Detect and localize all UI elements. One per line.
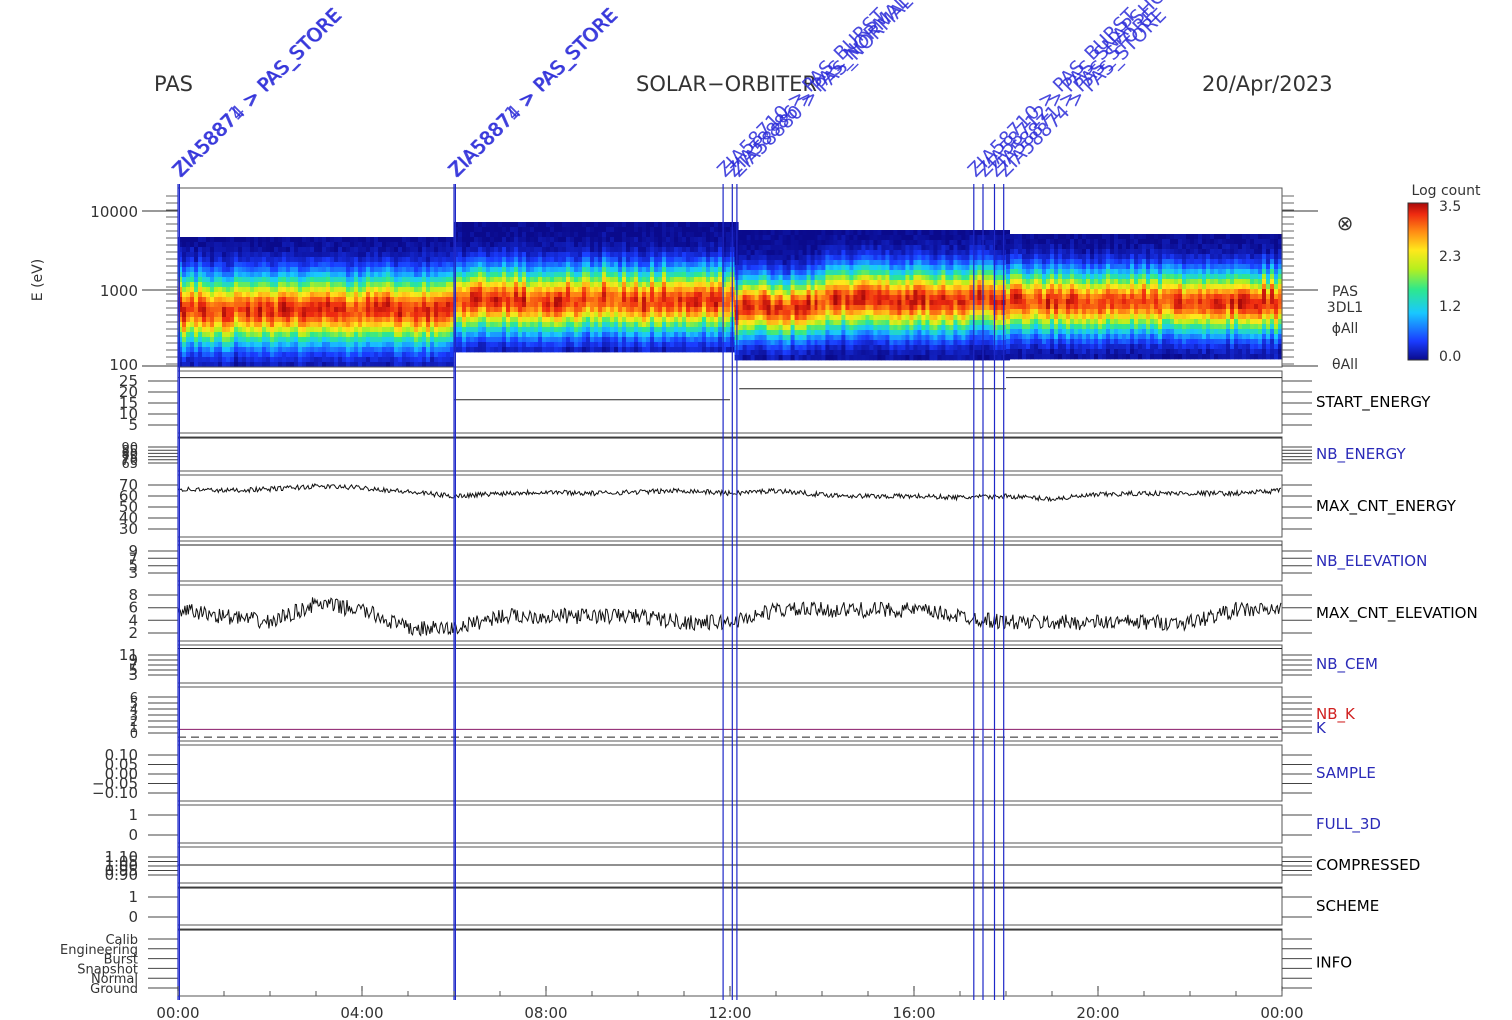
spectro-ytick-100: 100 xyxy=(109,356,138,374)
panel-ytick-label: 65 xyxy=(121,457,138,472)
panel-ytick-label: Ground xyxy=(90,982,138,997)
panel-series-max-cnt-energy xyxy=(177,482,1282,502)
event-line: ZIA58874 > PAS_STORE xyxy=(445,4,623,1000)
spectro-ytick-1000: 1000 xyxy=(100,282,138,300)
panel-label-full-3d: FULL_3D xyxy=(1316,815,1381,834)
panel-frame xyxy=(177,886,1283,926)
panel-start-energy: 252015105START_ENERGY xyxy=(119,370,1431,434)
time-axis-tick-label: 08:00 xyxy=(524,1004,567,1020)
energy-spectrogram xyxy=(142,187,1318,368)
panel-label-nb-elevation: NB_ELEVATION xyxy=(1316,552,1427,571)
panel-label-nb-cem: NB_CEM xyxy=(1316,655,1378,674)
panel-scheme: 1 0 SCHEME xyxy=(128,886,1379,926)
panel-ytick-label: 3 xyxy=(128,564,138,582)
event-line: ZIA58874 > PAS_STORE xyxy=(994,4,1171,1000)
colorbar xyxy=(1407,202,1429,361)
panel-frame xyxy=(177,474,1283,538)
event-line: ZIA58874 > PAS_STORE xyxy=(169,4,347,1000)
event-markers: ZIA58871 > PAS_STOREZIA58874 > PAS_STORE… xyxy=(168,0,1179,1000)
colorbar-title: Log count xyxy=(1412,183,1481,199)
spectro-ytick-10000: 10000 xyxy=(90,203,138,221)
spectro-side-label-theta: θAll xyxy=(1332,357,1358,373)
panel-frame xyxy=(177,584,1283,642)
panel-label-start-energy: START_ENERGY xyxy=(1316,393,1431,412)
panel-frames: 252015105START_ENERGY908580757065NB_ENER… xyxy=(60,370,1478,997)
spectro-side-label-instrument: PAS xyxy=(1332,284,1358,300)
event-line: ZIA58880 > PAS_NORMAL xyxy=(727,0,918,1000)
panel-full-3d: 1 0 FULL_3D xyxy=(128,804,1381,844)
panel-max-cnt-energy: 7060504030MAX_CNT_ENERGY xyxy=(119,474,1457,538)
colorbar-tick-high: 2.3 xyxy=(1439,249,1461,265)
panel-ytick-label: 0 xyxy=(130,727,138,742)
panel-label-max-cnt-elevation: MAX_CNT_ELEVATION xyxy=(1316,604,1478,623)
colorbar-tick-min: 0.0 xyxy=(1439,349,1461,365)
colorbar-tick-max: 3.5 xyxy=(1439,199,1461,215)
panel-frame xyxy=(177,686,1283,742)
panel-info: CalibEngineeringBurstSnapshotNormalGroun… xyxy=(60,928,1352,997)
panel-label-info: INFO xyxy=(1316,954,1352,972)
panel-extra-label: K xyxy=(1316,719,1327,737)
panel-ytick-label: 1 xyxy=(128,888,138,906)
panel-frame xyxy=(177,804,1283,844)
spectrogram-ylabel: E (eV) xyxy=(30,259,46,301)
panel-nb-cem: 119753NB_CEM xyxy=(119,644,1378,684)
panel-ytick-label: 2 xyxy=(128,624,138,642)
time-axis-tick-label: 16:00 xyxy=(892,1004,935,1020)
panel-ytick-label: 3 xyxy=(128,666,138,684)
panel-compressed: 1.101.051.000.950.90COMPRESSED xyxy=(105,846,1420,884)
pas-timeseries-figure: 252015105START_ENERGY908580757065NB_ENER… xyxy=(30,0,1481,1020)
panel-ytick-label: −0.10 xyxy=(92,784,138,802)
panel-ytick-label: 30 xyxy=(119,520,138,538)
panel-ytick-label: 0 xyxy=(128,826,138,844)
panel-frame xyxy=(177,540,1283,582)
panel-label-scheme: SCHEME xyxy=(1316,897,1379,915)
event-line-label: ZIA58874 > PAS_STORE xyxy=(994,4,1171,181)
panel-max-cnt-elevation: 8642MAX_CNT_ELEVATION xyxy=(128,584,1478,642)
panel-label-compressed: COMPRESSED xyxy=(1316,856,1420,874)
panel-frame xyxy=(177,744,1283,802)
panel-frame xyxy=(177,644,1283,684)
panel-ytick-label: 1 xyxy=(128,806,138,824)
spectro-side-label-product: 3DL1 xyxy=(1327,300,1363,316)
time-axis: 00:00 04:00 08:00 12:00 16:00 20:00 00:00 xyxy=(156,986,1304,1020)
event-line-label: ZIA58874 > PAS_STORE xyxy=(445,4,622,181)
panel-nb-energy: 908580757065NB_ENERGY xyxy=(121,436,1406,472)
panel-ytick-label: 5 xyxy=(128,416,138,434)
panel-ytick-label: 0 xyxy=(128,908,138,926)
colorbar-tick-mid: 1.2 xyxy=(1439,299,1461,315)
panel-series-max-cnt-elevation xyxy=(177,597,1282,637)
time-axis-tick-label: 12:00 xyxy=(708,1004,751,1020)
panel-frame xyxy=(177,370,1283,434)
time-axis-tick-label: 20:00 xyxy=(1076,1004,1119,1020)
panel-label-max-cnt-energy: MAX_CNT_ENERGY xyxy=(1316,497,1457,516)
panel-nb-elevation: 9753NB_ELEVATION xyxy=(128,540,1427,582)
spectro-side-label-phi: ϕAll xyxy=(1332,321,1359,337)
time-axis-tick-label: 00:00 xyxy=(1260,1004,1303,1020)
panel-frame xyxy=(177,928,1283,997)
panel-nb-k: 6543210NB_KK xyxy=(130,686,1356,742)
event-line-label: ZIA58874 > PAS_STORE xyxy=(169,4,346,181)
time-axis-tick-label: 00:00 xyxy=(156,1004,199,1020)
panel-label-nb-energy: NB_ENERGY xyxy=(1316,445,1406,464)
panel-sample: 0.100.050.00−0.05−0.10SAMPLE xyxy=(92,744,1376,802)
time-axis-tick-label: 04:00 xyxy=(340,1004,383,1020)
panel-ytick-label: 0.90 xyxy=(105,866,138,884)
orientation-symbol: ⊗ xyxy=(1337,211,1354,235)
event-line-label: ZIA58880 > PAS_NORMAL xyxy=(727,0,918,182)
panel-label-sample: SAMPLE xyxy=(1316,764,1376,782)
panel-frame xyxy=(177,436,1283,472)
